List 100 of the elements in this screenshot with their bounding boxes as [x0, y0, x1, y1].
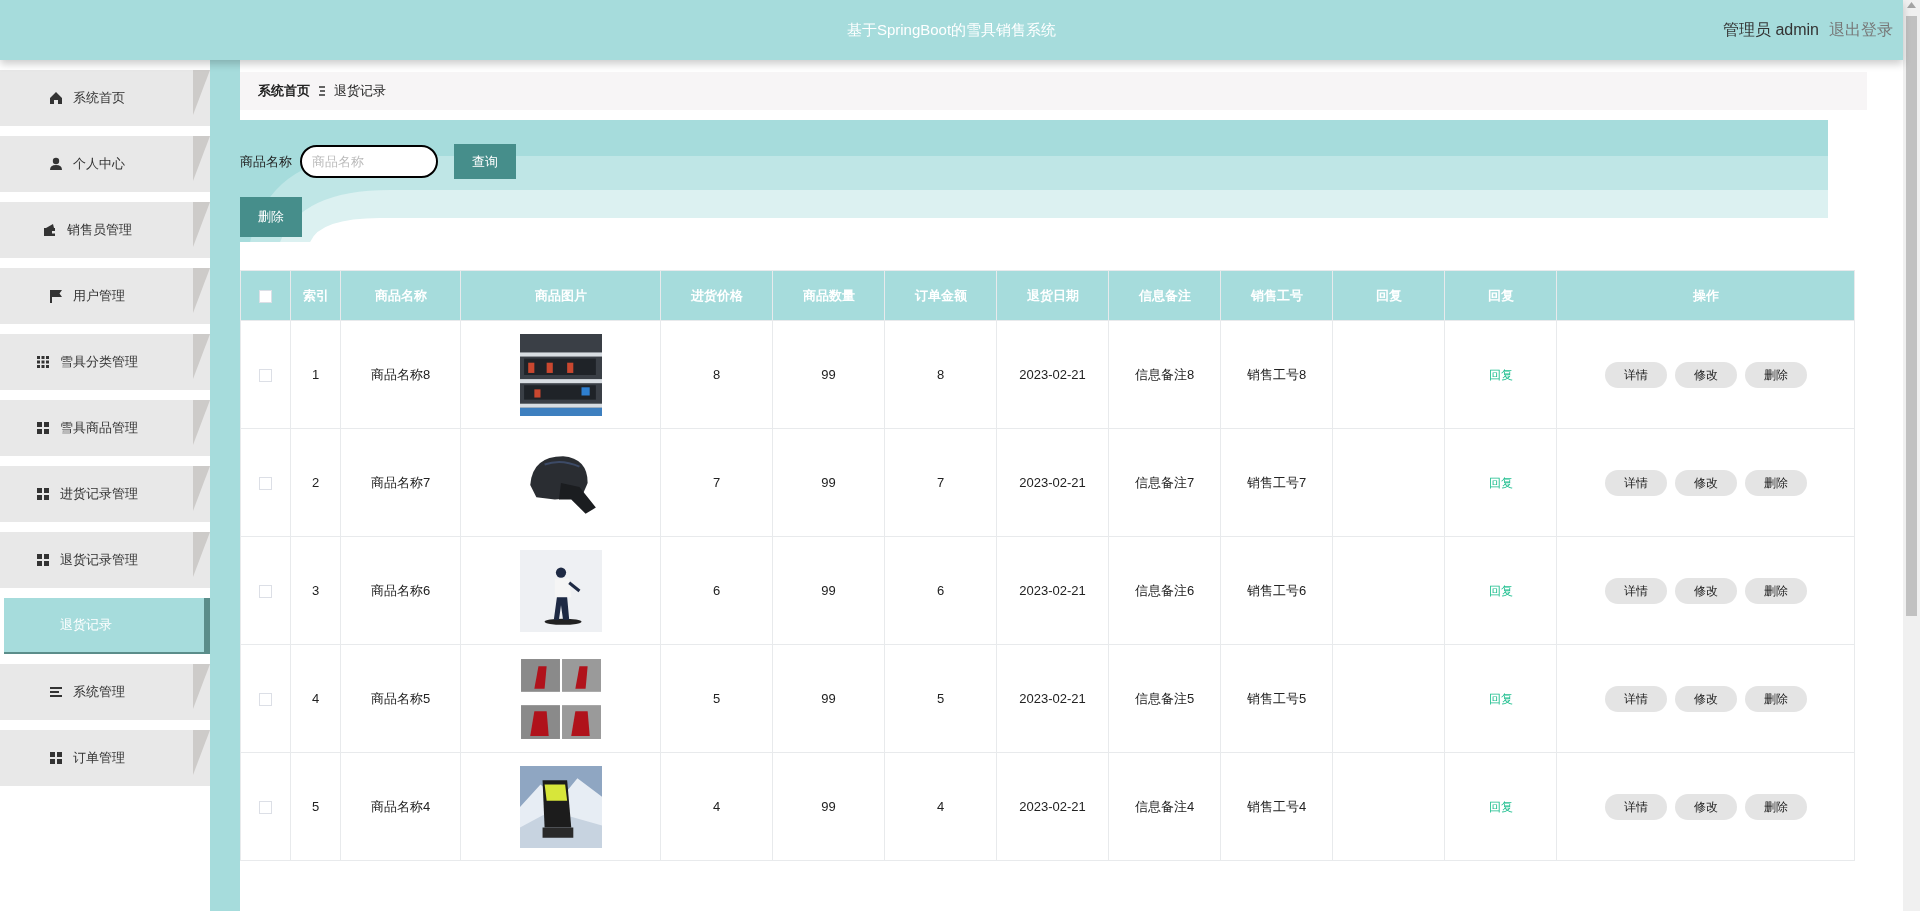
sidebar-item[interactable]: 销售员管理 — [0, 202, 210, 258]
details-button[interactable]: 详情 — [1604, 793, 1667, 820]
column-header: 商品数量 — [772, 270, 885, 321]
row-checkbox[interactable] — [259, 368, 272, 382]
edit-button[interactable]: 修改 — [1674, 469, 1737, 496]
column-header: 退货日期 — [996, 270, 1109, 321]
scrollbar[interactable] — [1903, 0, 1920, 911]
table-cell: 2023-02-21 — [996, 752, 1109, 861]
table-cell: 8 — [660, 320, 773, 429]
sidebar-item[interactable]: 进货记录管理 — [0, 466, 210, 522]
sidebar-item[interactable]: 用户管理 — [0, 268, 210, 324]
table-cell: 销售工号5 — [1220, 644, 1333, 753]
sidebar-item[interactable]: 退货记录管理 — [0, 532, 210, 588]
delete-row-button[interactable]: 删除 — [1744, 793, 1807, 820]
select-all-checkbox[interactable] — [259, 289, 272, 303]
scroll-up-icon[interactable] — [1907, 2, 1916, 8]
delete-button[interactable]: 删除 — [240, 197, 302, 237]
table-cell: 销售工号8 — [1220, 320, 1333, 429]
table-cell: 8 — [884, 320, 997, 429]
grid-icon — [36, 355, 50, 369]
table-cell: 1 — [290, 320, 341, 429]
edit-button[interactable]: 修改 — [1674, 361, 1737, 388]
sidebar-item[interactable]: 雪具商品管理 — [0, 400, 210, 456]
system-title: 基于SpringBoot的雪具销售系统 — [846, 19, 1057, 40]
table-cell: 商品名称4 — [340, 752, 461, 861]
sidebar-item[interactable]: 系统首页 — [0, 70, 210, 126]
table-cell: 3 — [290, 536, 341, 645]
column-header: 商品名称 — [340, 270, 461, 321]
column-header: 操作 — [1556, 270, 1855, 321]
row-checkbox[interactable] — [259, 476, 272, 490]
search-field[interactable]: 商品名称 — [300, 145, 438, 178]
details-button[interactable]: 详情 — [1604, 577, 1667, 604]
table-cell: 商品名称5 — [340, 644, 461, 753]
sidebar-item[interactable]: 个人中心 — [0, 136, 210, 192]
column-header: 索引 — [290, 270, 341, 321]
table-cell: 99 — [772, 644, 885, 753]
table-cell: 信息备注8 — [1108, 320, 1221, 429]
delete-row-button[interactable]: 删除 — [1744, 469, 1807, 496]
table-cell: 信息备注4 — [1108, 752, 1221, 861]
table-cell: 6 — [660, 536, 773, 645]
row-checkbox[interactable] — [259, 800, 272, 814]
column-header: 订单金额 — [884, 270, 997, 321]
column-header: 商品图片 — [460, 270, 661, 321]
table-cell: 商品名称8 — [340, 320, 461, 429]
tiles-icon — [36, 487, 50, 501]
wallet-icon — [42, 223, 57, 237]
delete-row-button[interactable]: 删除 — [1744, 577, 1807, 604]
table-cell: 2 — [290, 428, 341, 537]
sidebar-item[interactable]: 雪具分类管理 — [0, 334, 210, 390]
tiles-icon — [36, 421, 50, 435]
table-cell: 信息备注7 — [1108, 428, 1221, 537]
user-icon — [49, 157, 63, 171]
breadcrumb-current: 退货记录 — [334, 82, 386, 101]
search-button[interactable]: 查询 — [454, 144, 516, 179]
column-header: 回复 — [1444, 270, 1557, 321]
table-cell: 2023-02-21 — [996, 428, 1109, 537]
table-cell: 2023-02-21 — [996, 644, 1109, 753]
table-cell: 5 — [290, 752, 341, 861]
table-cell: 销售工号7 — [1220, 428, 1333, 537]
column-header: 信息备注 — [1108, 270, 1221, 321]
details-button[interactable]: 详情 — [1604, 685, 1667, 712]
table-cell: 4 — [660, 752, 773, 861]
table-cell: 6 — [884, 536, 997, 645]
table-cell: 99 — [772, 752, 885, 861]
table-cell: 5 — [660, 644, 773, 753]
table-cell: 2023-02-21 — [996, 320, 1109, 429]
delete-row-button[interactable]: 删除 — [1744, 685, 1807, 712]
row-checkbox[interactable] — [259, 584, 272, 598]
column-header: 回复 — [1332, 270, 1445, 321]
tiles-icon — [36, 553, 50, 567]
edit-button[interactable]: 修改 — [1674, 577, 1737, 604]
table-cell: 销售工号6 — [1220, 536, 1333, 645]
table-cell: 商品名称7 — [340, 428, 461, 537]
admin-label: 管理员 admin — [1722, 20, 1819, 40]
table-cell: 7 — [660, 428, 773, 537]
row-checkbox[interactable] — [259, 692, 272, 706]
table-cell: 99 — [772, 320, 885, 429]
edit-button[interactable]: 修改 — [1674, 793, 1737, 820]
sidebar-item[interactable]: 订单管理 — [0, 730, 210, 786]
table-cell: 99 — [772, 536, 885, 645]
flag-icon — [49, 289, 63, 303]
details-button[interactable]: 详情 — [1604, 469, 1667, 496]
table-cell: 信息备注6 — [1108, 536, 1221, 645]
sidebar-item[interactable]: 系统管理 — [0, 664, 210, 720]
search-label: 商品名称 — [240, 152, 292, 171]
details-button[interactable]: 详情 — [1604, 361, 1667, 388]
separator-icon — [318, 86, 326, 96]
home-icon — [49, 91, 63, 105]
breadcrumb-link[interactable]: 系统首页 — [258, 81, 310, 101]
delete-row-button[interactable]: 删除 — [1744, 361, 1807, 388]
table-cell: 商品名称6 — [340, 536, 461, 645]
column-header: 销售工号 — [1220, 270, 1333, 321]
table-cell: 信息备注5 — [1108, 644, 1221, 753]
tiles-icon — [49, 751, 63, 765]
table-cell: 7 — [884, 428, 997, 537]
list-icon — [49, 685, 63, 699]
table-cell: 4 — [884, 752, 997, 861]
table-cell: 4 — [290, 644, 341, 753]
table-cell: 2023-02-21 — [996, 536, 1109, 645]
edit-button[interactable]: 修改 — [1674, 685, 1737, 712]
